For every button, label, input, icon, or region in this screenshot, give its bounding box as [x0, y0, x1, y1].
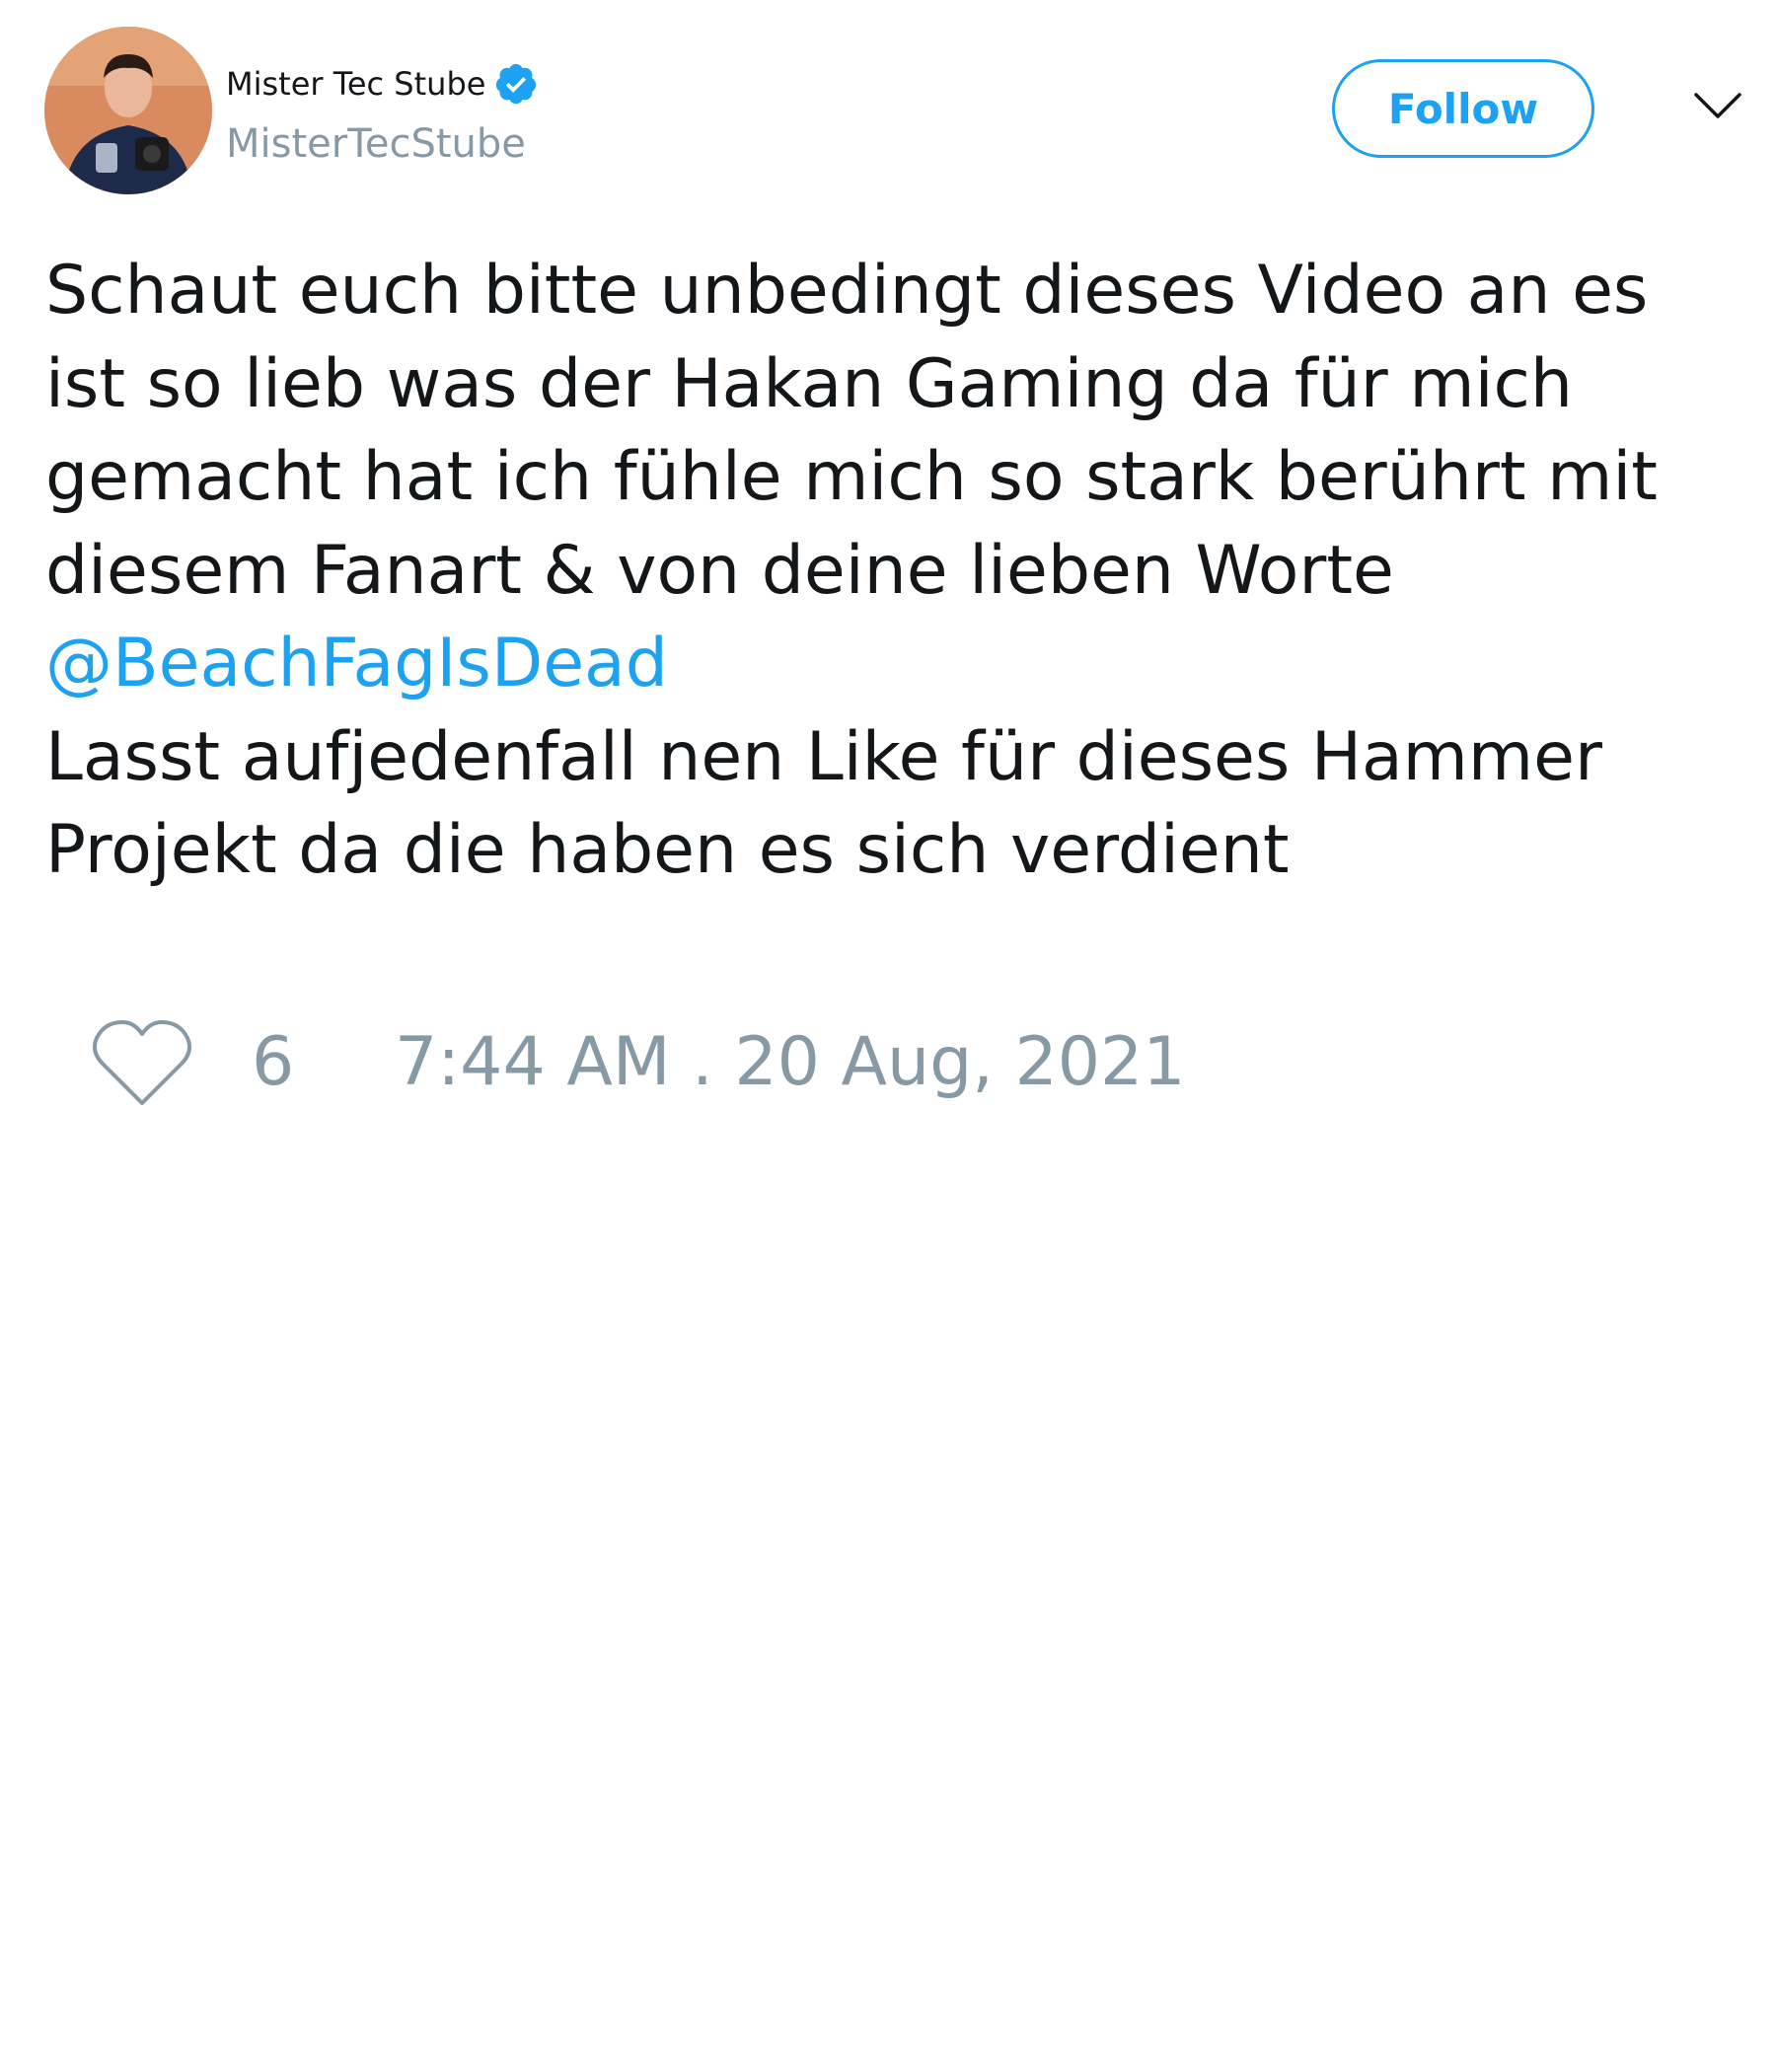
avatar-image	[44, 27, 212, 194]
avatar[interactable]	[44, 27, 212, 194]
chevron-down-icon[interactable]	[1692, 89, 1743, 124]
author-handle[interactable]: MisterTecStube	[226, 120, 539, 168]
tweet-text-part2: Lasst aufjedenfall nen Like für dieses H…	[45, 717, 1602, 890]
heart-icon[interactable]	[89, 1016, 195, 1111]
display-name-row: Mister Tec Stube	[226, 57, 539, 111]
tweet-header: Mister Tec Stube MisterTecStube Follow	[0, 0, 1776, 207]
tweet-timestamp[interactable]: 7:44 AM . 20 Aug, 2021	[395, 1023, 1186, 1102]
display-name[interactable]: Mister Tec Stube	[226, 64, 485, 104]
verified-badge-icon	[493, 61, 539, 107]
mention-link[interactable]: @BeachFagIsDead	[45, 618, 1742, 711]
tweet-text: Schaut euch bitte unbedingt dieses Video…	[45, 245, 1742, 898]
author-names: Mister Tec Stube MisterTecStube	[226, 57, 539, 168]
tweet-card: Mister Tec Stube MisterTecStube Follow S…	[0, 0, 1776, 2072]
tweet-text-part1: Schaut euch bitte unbedingt dieses Video…	[45, 252, 1658, 610]
like-count: 6	[252, 1023, 295, 1101]
tweet-footer: 6 7:44 AM . 20 Aug, 2021	[0, 1011, 1776, 1110]
follow-button[interactable]: Follow	[1332, 59, 1594, 158]
